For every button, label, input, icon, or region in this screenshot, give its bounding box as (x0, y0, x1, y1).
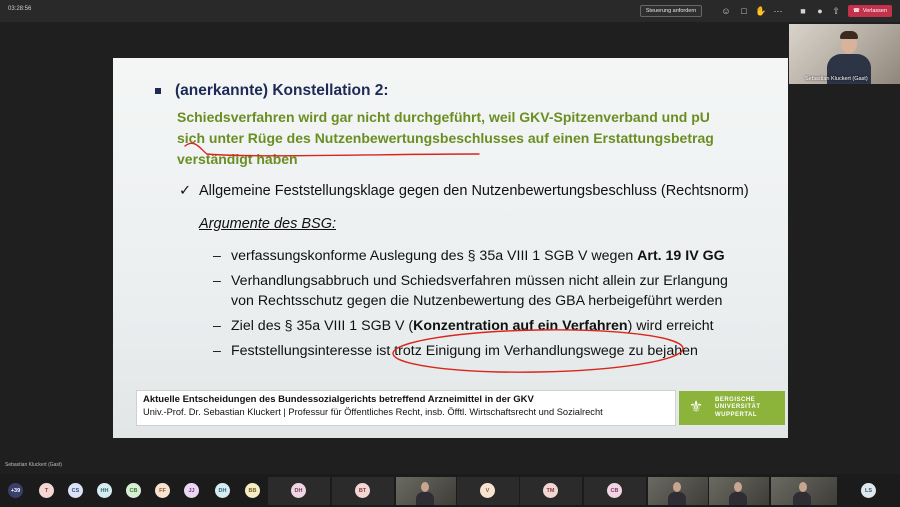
university-logo: ⚜ BERGISCHE UNIVERSITÄT WUPPERTAL (679, 391, 785, 425)
argument-3-text: Ziel des § 35a VIII 1 SGB V ( (231, 318, 414, 334)
lion-crest-icon: ⚜ (688, 399, 704, 416)
overflow-participants[interactable]: +39 (8, 483, 23, 498)
logo-wordmark: BERGISCHE UNIVERSITÄT WUPPERTAL (715, 397, 761, 420)
phone-icon: ☎ (852, 8, 860, 14)
participant-avatar[interactable]: V (480, 483, 495, 498)
meeting-timer: 03:28:56 (8, 6, 32, 12)
video-person-body (416, 492, 435, 505)
request-control-button[interactable]: Steuerung anfordern (640, 5, 702, 17)
argument-2-line-1: Verhandlungsabbruch und Schiedsverfahren… (231, 273, 728, 289)
arguments-heading: Argumente des BSG: (199, 216, 337, 232)
argument-1-text: verfassungskonforme Auslegung des § 35a … (231, 248, 638, 264)
camera-icon[interactable]: ■ (797, 5, 809, 17)
green-line-3: verständigt haben (177, 151, 298, 167)
argument-item-2: – Verhandlungsabbruch und Schiedsverfahre… (213, 273, 728, 289)
argument-3-suffix: ) wird erreicht (627, 318, 714, 334)
share-icon[interactable]: ⇧ (830, 5, 842, 17)
argument-4-text: Feststellungsinteresse ist trotz Einigun… (231, 343, 698, 359)
check-item: ✓ Allgemeine Feststellungsklage gegen den… (179, 183, 749, 199)
shared-slide: (anerkannte) Konstellation 2: Schiedsver… (113, 58, 788, 438)
slide-footer: Aktuelle Entscheidungen des Bundessozial… (136, 390, 676, 426)
video-person-body (793, 492, 812, 505)
argument-item-4: – Feststellungsinteresse ist trotz Einigu… (213, 343, 698, 359)
participant-avatar[interactable]: DH (291, 483, 306, 498)
argument-1-bold: Art. 19 IV GG (637, 248, 725, 264)
teams-meeting-window: 03:28:56 Steuerung anfordern ☺ □ ✋ ⋯ ■ ●… (0, 0, 900, 507)
logo-line-2: UNIVERSITÄT (715, 404, 761, 411)
leave-label: Verlassen (862, 8, 887, 14)
participant-video-tile[interactable] (771, 477, 837, 505)
argument-3-bold: Konzentration auf ein Verfahren (413, 318, 628, 334)
slide-heading: (anerkannte) Konstellation 2: (175, 82, 389, 99)
chat-icon[interactable]: □ (738, 5, 750, 17)
checkmark-icon: ✓ (179, 183, 192, 199)
participant-avatar[interactable]: T (39, 483, 54, 498)
participant-video-tile[interactable] (648, 477, 708, 505)
video-person-hair (840, 31, 858, 39)
participant-avatar[interactable]: FF (155, 483, 170, 498)
check-item-text: Allgemeine Feststellungsklage gegen den … (199, 183, 749, 199)
argument-2-line-2: von Rechtsschutz gegen die Nutzenbewertu… (231, 293, 723, 309)
argument-item-3: – Ziel des § 35a VIII 1 SGB V (Konzentrat… (213, 318, 714, 334)
participant-avatar[interactable]: JJ (184, 483, 199, 498)
footer-subtitle: Univ.-Prof. Dr. Sebastian Kluckert | Pro… (143, 407, 603, 417)
participant-avatar[interactable]: CB (607, 483, 622, 498)
presenter-label: Sebastian Kluckert (Gast) (5, 462, 62, 468)
participant-video-tile[interactable] (396, 477, 456, 505)
video-person-body (729, 492, 748, 505)
self-video-name: Sebastian Kluckert (Gast) (805, 76, 868, 82)
self-video-tile[interactable]: Sebastian Kluckert (Gast) (789, 24, 900, 84)
argument-item-1: – verfassungskonforme Auslegung des § 35a… (213, 248, 725, 264)
video-person-head (421, 482, 430, 492)
participant-avatar[interactable]: DH (215, 483, 230, 498)
participant-avatar[interactable]: CS (68, 483, 83, 498)
participant-avatar[interactable]: LS (861, 483, 876, 498)
video-person-body (668, 492, 687, 505)
meeting-toolbar: 03:28:56 Steuerung anfordern ☺ □ ✋ ⋯ ■ ●… (0, 0, 900, 22)
participant-video-tile[interactable] (709, 477, 769, 505)
reactions-icon[interactable]: ✋ (755, 5, 767, 17)
participant-avatar[interactable]: BB (245, 483, 260, 498)
participant-avatar[interactable]: BT (355, 483, 370, 498)
video-person-head (734, 482, 743, 492)
dash-bullet-icon: – (213, 248, 221, 264)
dash-bullet-icon: – (213, 318, 221, 334)
people-icon[interactable]: ☺ (720, 5, 732, 17)
footer-title: Aktuelle Entscheidungen des Bundessozial… (143, 394, 534, 405)
participant-avatar[interactable]: CB (126, 483, 141, 498)
dash-bullet-icon: – (213, 273, 221, 289)
leave-button[interactable]: ☎ Verlassen (848, 5, 892, 17)
green-line-2: sich unter Rüge des Nutzenbewertungsbesc… (177, 130, 714, 146)
logo-line-3: WUPPERTAL (715, 411, 758, 418)
participant-avatar[interactable]: HH (97, 483, 112, 498)
mic-icon[interactable]: ● (814, 5, 826, 17)
green-line-1: Schiedsverfahren wird gar nicht durchgef… (177, 109, 710, 125)
video-person-head (673, 482, 682, 492)
square-bullet-icon (155, 88, 161, 94)
video-person-head (798, 482, 807, 492)
dash-bullet-icon: – (213, 343, 221, 359)
more-icon[interactable]: ⋯ (772, 5, 784, 17)
participant-avatar[interactable]: TM (543, 483, 558, 498)
